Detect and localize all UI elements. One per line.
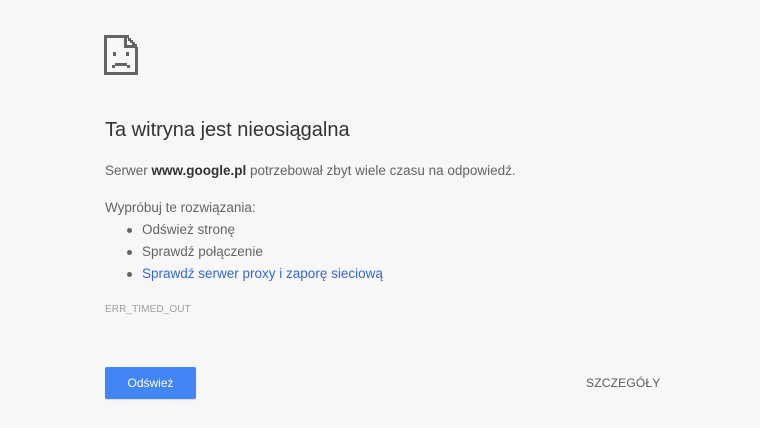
- sad-page-icon: [104, 35, 138, 75]
- page-title: Ta witryna jest nieosiągalna: [105, 119, 350, 141]
- bullet-icon: [127, 250, 132, 255]
- error-description: Serwer www.google.pl potrzebował zbyt wi…: [105, 163, 516, 178]
- suggestions-heading: Wypróbuj te rozwiązania:: [105, 200, 256, 215]
- bullet-icon: [127, 228, 132, 233]
- suggestions-list: Odśwież stronę Sprawdź połączenie Sprawd…: [105, 219, 383, 285]
- host-name: www.google.pl: [151, 163, 247, 178]
- bullet-icon: [127, 272, 132, 277]
- suggestion-proxy-link[interactable]: Sprawdź serwer proxy i zaporę sieciową: [142, 266, 383, 281]
- desc-suffix: potrzebował zbyt wiele czasu na odpowied…: [246, 163, 516, 178]
- list-item: Sprawdź serwer proxy i zaporę sieciową: [105, 263, 383, 285]
- error-code: ERR_TIMED_OUT: [105, 304, 191, 315]
- suggestion-reload: Odśwież stronę: [142, 222, 236, 237]
- desc-prefix: Serwer: [105, 163, 152, 178]
- details-button[interactable]: SZCZEGÓŁY: [576, 372, 670, 394]
- list-item: Odśwież stronę: [105, 219, 383, 241]
- suggestion-connection: Sprawdź połączenie: [142, 244, 263, 259]
- list-item: Sprawdź połączenie: [105, 241, 383, 263]
- reload-button[interactable]: Odśwież: [105, 367, 196, 399]
